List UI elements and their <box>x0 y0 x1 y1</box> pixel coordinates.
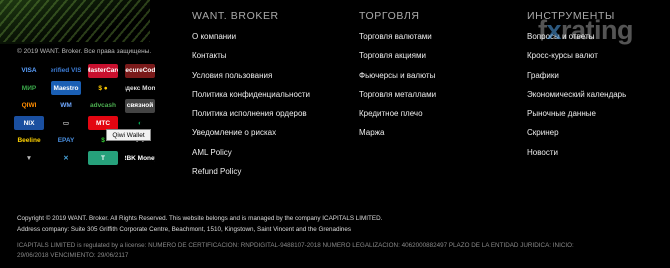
link-list: Вопросы и ответы Кросс-курсы валют Графики… <box>527 30 626 165</box>
footer-link[interactable]: Маржа <box>359 126 436 145</box>
legal-license: ICAPITALS LIMITED is regulated by a lice… <box>17 242 574 249</box>
footer-link[interactable]: Новости <box>527 146 626 165</box>
payment-methods-grid: VISA Verified VISA MasterCard SecureCode МИР… <box>14 62 164 167</box>
link-list: О компании Контакты Условия пользования Пол… <box>192 30 310 184</box>
footer-link[interactable]: Кросс-курсы валют <box>527 49 626 68</box>
qiwi-wallet-tooltip: Qiwi Wallet <box>106 129 151 141</box>
nix-money-logo: NIX <box>14 116 44 131</box>
footer-link[interactable]: Условия пользования <box>192 69 310 88</box>
legal-license-dates: 29/06/2018 VENCIMIENTO: 29/06/2117 <box>17 252 129 259</box>
mastercard-logo: MasterCard <box>88 63 118 78</box>
tether-logo: T <box>88 151 118 166</box>
footer-link[interactable]: О компании <box>192 30 310 49</box>
webmoney-logo: WM <box>60 102 72 110</box>
footer-link[interactable]: Экономический календарь <box>527 88 626 107</box>
footer-link[interactable]: Уведомление о рисках <box>192 126 310 145</box>
mastercard-securecode-logo: SecureCode <box>125 63 155 78</box>
column-trading: ТОРГОВЛЯ Торговля валютами Торговля акция… <box>359 10 436 146</box>
yandex-money-logo: $ ● <box>98 84 108 92</box>
footer-link[interactable]: AML Policy <box>192 146 310 165</box>
footer-link[interactable]: Политика конфиденциальности <box>192 88 310 107</box>
visa-logo: VISA <box>21 67 37 75</box>
footer-link[interactable]: Рыночные данные <box>527 107 626 126</box>
column-want-broker: WANT. BROKER О компании Контакты Условия п… <box>192 10 310 184</box>
verified-by-visa-logo: Verified VISA <box>51 67 81 75</box>
yandex-money-text-logo: Яндекс Money <box>125 84 155 92</box>
footer-link[interactable]: Фьючерсы и валюты <box>359 69 436 88</box>
brand-copyright-small: © 2019 WANT. Broker. Все права защищены. <box>17 48 152 55</box>
legal-copyright: Copyright © 2019 WANT. Broker. All Right… <box>17 215 383 222</box>
advcash-logo: advcash <box>89 102 117 110</box>
svyaznoy-logo: связной <box>125 98 155 113</box>
epay-logo: EPAY <box>57 137 75 145</box>
rbk-money-logo: RBK Money <box>125 154 155 162</box>
footer-link[interactable]: Торговля акциями <box>359 49 436 68</box>
fxrating-watermark: fxrating <box>538 15 634 45</box>
link-list: Торговля валютами Торговля акциями Фьючерс… <box>359 30 436 146</box>
qiwi-logo: QIWI <box>21 102 37 110</box>
footer-link[interactable]: Refund Policy <box>192 165 310 184</box>
ripple-logo: ✕ <box>63 155 69 163</box>
column-heading: ТОРГОВЛЯ <box>359 10 420 22</box>
maestro-logo: Maestro <box>51 81 81 96</box>
footer-link[interactable]: Кредитное плечо <box>359 107 436 126</box>
footer-link[interactable]: Контакты <box>192 49 310 68</box>
legal-address: Address company: Suite 305 Griffith Corp… <box>17 226 352 233</box>
footer-link[interactable]: Торговля валютами <box>359 30 436 49</box>
footer-link[interactable]: Торговля металлами <box>359 88 436 107</box>
footer-link[interactable]: Скринер <box>527 126 626 145</box>
bank-card-logo: ▭ <box>62 120 70 128</box>
mir-logo: МИР <box>21 84 37 92</box>
footer-link[interactable]: Графики <box>527 69 626 88</box>
column-heading: WANT. BROKER <box>192 10 279 22</box>
tron-logo: ▼ <box>25 154 33 162</box>
brand-logo-banner[interactable] <box>0 0 150 44</box>
beeline-logo: Beeline <box>17 137 41 145</box>
footer-link[interactable]: Политика исполнения ордеров <box>192 107 310 126</box>
